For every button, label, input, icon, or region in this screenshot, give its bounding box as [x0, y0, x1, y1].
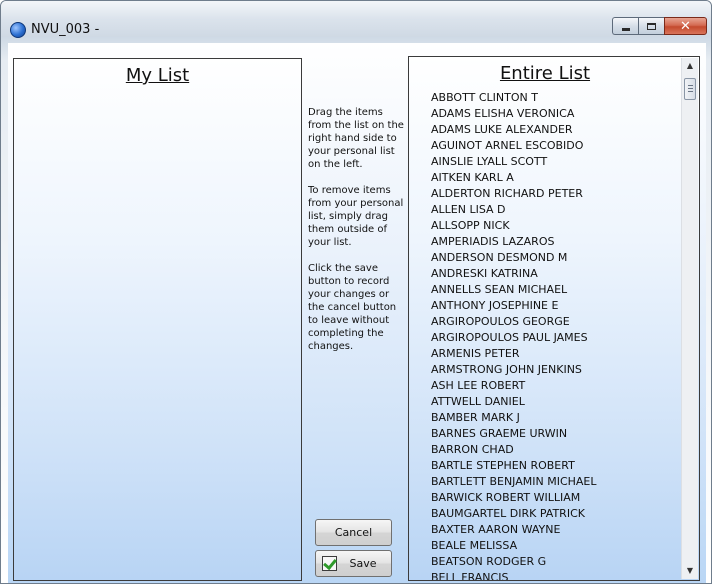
list-item[interactable]: ARGIROPOULOS GEORGE: [431, 314, 597, 330]
minimize-icon: [621, 27, 630, 31]
list-item[interactable]: BAXTER AARON WAYNE: [431, 522, 597, 538]
list-item[interactable]: ANDERSON DESMOND M: [431, 250, 597, 266]
close-button[interactable]: ✕: [664, 17, 707, 35]
list-item[interactable]: BARNES GRAEME URWIN: [431, 426, 597, 442]
maximize-button[interactable]: [638, 17, 664, 35]
instructions-remove: To remove items from your personal list,…: [308, 185, 404, 248]
list-item[interactable]: ADAMS ELISHA VERONICA: [431, 106, 597, 122]
window-title: NVU_003 -: [31, 22, 100, 37]
save-button[interactable]: Save: [315, 550, 392, 577]
list-item[interactable]: AINSLIE LYALL SCOTT: [431, 154, 597, 170]
maximize-icon: [647, 22, 656, 30]
list-item[interactable]: ASH LEE ROBERT: [431, 378, 597, 394]
scroll-down-arrow-icon[interactable]: ▼: [682, 563, 698, 579]
my-list-title: My List: [125, 65, 190, 86]
list-item[interactable]: ANTHONY JOSEPHINE E: [431, 298, 597, 314]
close-icon: ✕: [680, 18, 691, 34]
list-item[interactable]: ALDERTON RICHARD PETER: [431, 186, 597, 202]
title-bar[interactable]: NVU_003 - ✕: [1, 1, 711, 38]
scrollbar-thumb[interactable]: [684, 78, 696, 100]
save-button-label: Save: [349, 557, 377, 570]
entire-list-scrollbar[interactable]: ▲ ▼: [681, 58, 698, 579]
list-item[interactable]: ALLSOPP NICK: [431, 218, 597, 234]
list-item[interactable]: BARTLE STEPHEN ROBERT: [431, 458, 597, 474]
list-item[interactable]: BAUMGARTEL DIRK PATRICK: [431, 506, 597, 522]
entire-list-items: ABBOTT CLINTON T ADAMS ELISHA VERONICA ADA…: [431, 90, 597, 580]
grip-line: [688, 85, 693, 86]
list-item[interactable]: ATTWELL DANIEL: [431, 394, 597, 410]
entire-list-title: Entire List: [499, 63, 591, 84]
instructions-text: Drag the items from the list on the righ…: [308, 106, 404, 366]
list-item[interactable]: ANNELLS SEAN MICHAEL: [431, 282, 597, 298]
list-item[interactable]: ABBOTT CLINTON T: [431, 90, 597, 106]
list-item[interactable]: AGUINOT ARNEL ESCOBIDO: [431, 138, 597, 154]
list-item[interactable]: BARRON CHAD: [431, 442, 597, 458]
instructions-drag: Drag the items from the list on the righ…: [308, 107, 404, 170]
minimize-button[interactable]: [612, 17, 638, 35]
list-item[interactable]: BEATSON RODGER G: [431, 554, 597, 570]
list-item[interactable]: BELL FRANCIS: [431, 570, 597, 580]
list-item[interactable]: ARMSTRONG JOHN JENKINS: [431, 362, 597, 378]
cancel-button-label: Cancel: [334, 526, 373, 539]
list-item[interactable]: AMPERIADIS LAZAROS: [431, 234, 597, 250]
my-list-panel[interactable]: My List: [13, 58, 302, 581]
instructions-save: Click the save button to record your cha…: [308, 263, 397, 352]
scroll-up-arrow-icon[interactable]: ▲: [682, 58, 698, 74]
app-globe-icon: [10, 22, 26, 38]
list-item[interactable]: ARGIROPOULOS PAUL JAMES: [431, 330, 597, 346]
list-item[interactable]: AITKEN KARL A: [431, 170, 597, 186]
list-item[interactable]: BAMBER MARK J: [431, 410, 597, 426]
grip-line: [688, 91, 693, 92]
caption-buttons: ✕: [612, 17, 707, 37]
entire-list-panel[interactable]: Entire List ABBOTT CLINTON T ADAMS ELISHA…: [408, 56, 700, 581]
save-check-icon: [322, 556, 338, 571]
list-item[interactable]: ARMENIS PETER: [431, 346, 597, 362]
list-item[interactable]: BARWICK ROBERT WILLIAM: [431, 490, 597, 506]
list-item[interactable]: ANDRESKI KATRINA: [431, 266, 597, 282]
app-window: NVU_003 - ✕ My List Drag the items from …: [0, 0, 712, 584]
grip-line: [688, 88, 693, 89]
list-item[interactable]: ALLEN LISA D: [431, 202, 597, 218]
list-item[interactable]: ADAMS LUKE ALEXANDER: [431, 122, 597, 138]
list-item[interactable]: BEALE MELISSA: [431, 538, 597, 554]
client-area: My List Drag the items from the list on …: [8, 43, 706, 583]
list-item[interactable]: BARTLETT BENJAMIN MICHAEL: [431, 474, 597, 490]
cancel-button[interactable]: Cancel: [315, 519, 392, 546]
